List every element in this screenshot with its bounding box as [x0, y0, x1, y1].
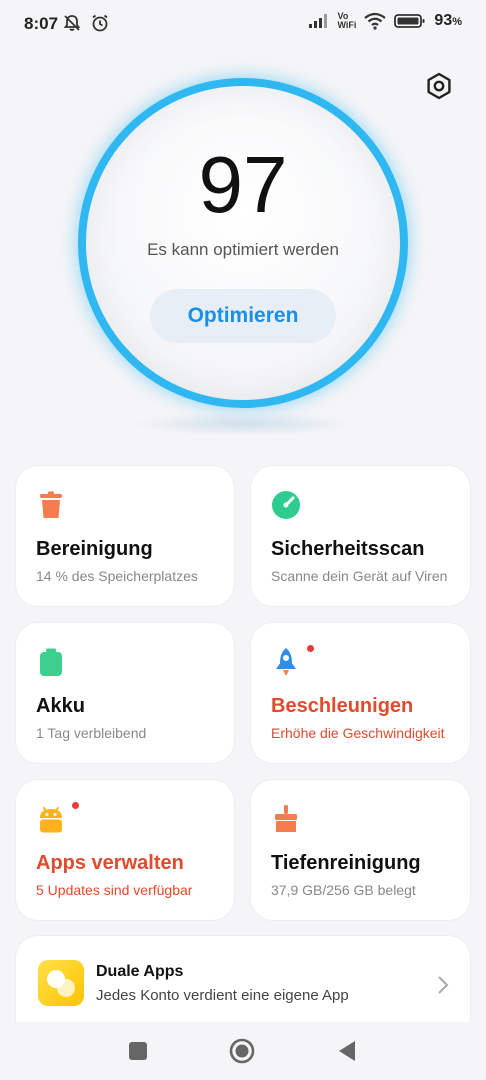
trash-icon — [40, 491, 62, 518]
home-button[interactable] — [229, 1038, 255, 1064]
card-subtitle: Scanne dein Gerät auf Viren — [271, 568, 448, 584]
deep-clean-card[interactable]: Tiefenreinigung 37,9 GB/256 GB belegt — [251, 780, 470, 920]
card-title: Bereinigung — [36, 538, 153, 560]
chevron-right-icon — [438, 976, 449, 994]
optimize-button[interactable]: Optimieren — [150, 289, 336, 343]
cleanup-card[interactable]: Bereinigung 14 % des Speicherplatzes — [16, 466, 234, 606]
notifications-off-icon — [63, 15, 81, 31]
security-scan-card[interactable]: Sicherheitsscan Scanne dein Gerät auf Vi… — [251, 466, 470, 606]
navigation-bar — [0, 1022, 486, 1080]
battery-percentage: 93% — [434, 12, 462, 29]
speed-boost-card[interactable]: Beschleunigen Erhöhe die Geschwindigkeit — [251, 623, 470, 763]
card-title: Apps verwalten — [36, 852, 184, 874]
card-subtitle: 1 Tag verbleibend — [36, 725, 147, 741]
dual-apps-subtitle: Jedes Konto verdient eine eigene App — [96, 987, 349, 1004]
status-bar: 8:07 Vo WiFi 93% — [0, 0, 486, 50]
ring-shadow — [130, 412, 356, 436]
rocket-icon — [276, 648, 296, 676]
android-icon — [40, 807, 62, 833]
card-title: Akku — [36, 695, 85, 717]
card-subtitle: 37,9 GB/256 GB belegt — [271, 882, 416, 898]
optimization-score: 97 — [198, 140, 288, 229]
clock: 8:07 — [24, 14, 59, 33]
card-title: Tiefenreinigung — [271, 852, 421, 874]
battery-card[interactable]: Akku 1 Tag verbleibend — [16, 623, 234, 763]
alarm-icon — [92, 14, 108, 32]
manage-apps-card[interactable]: Apps verwalten 5 Updates sind verfügbar — [16, 780, 234, 920]
brush-icon — [275, 805, 297, 832]
dual-apps-title: Duale Apps — [96, 963, 184, 980]
settings-icon — [427, 72, 451, 100]
recents-button[interactable] — [128, 1041, 148, 1061]
wifi-icon — [364, 12, 387, 30]
notification-dot — [307, 645, 314, 652]
card-title: Sicherheitsscan — [271, 538, 425, 560]
battery-icon — [40, 648, 62, 676]
card-subtitle: 14 % des Speicherplatzes — [36, 568, 198, 584]
battery-status-icon — [394, 14, 425, 28]
vowifi-label: Vo WiFi — [337, 11, 357, 30]
score-status-text: Es kann optimiert werden — [147, 240, 339, 259]
card-title: Beschleunigen — [271, 695, 414, 717]
dual-apps-icon — [38, 960, 84, 1006]
signal-icon — [308, 14, 327, 28]
shield-scan-icon — [272, 491, 300, 519]
back-button[interactable] — [337, 1040, 357, 1062]
settings-button[interactable] — [423, 70, 455, 102]
card-subtitle: 5 Updates sind verfügbar — [36, 882, 193, 898]
notification-dot — [72, 802, 79, 809]
card-subtitle: Erhöhe die Geschwindigkeit — [271, 725, 445, 741]
